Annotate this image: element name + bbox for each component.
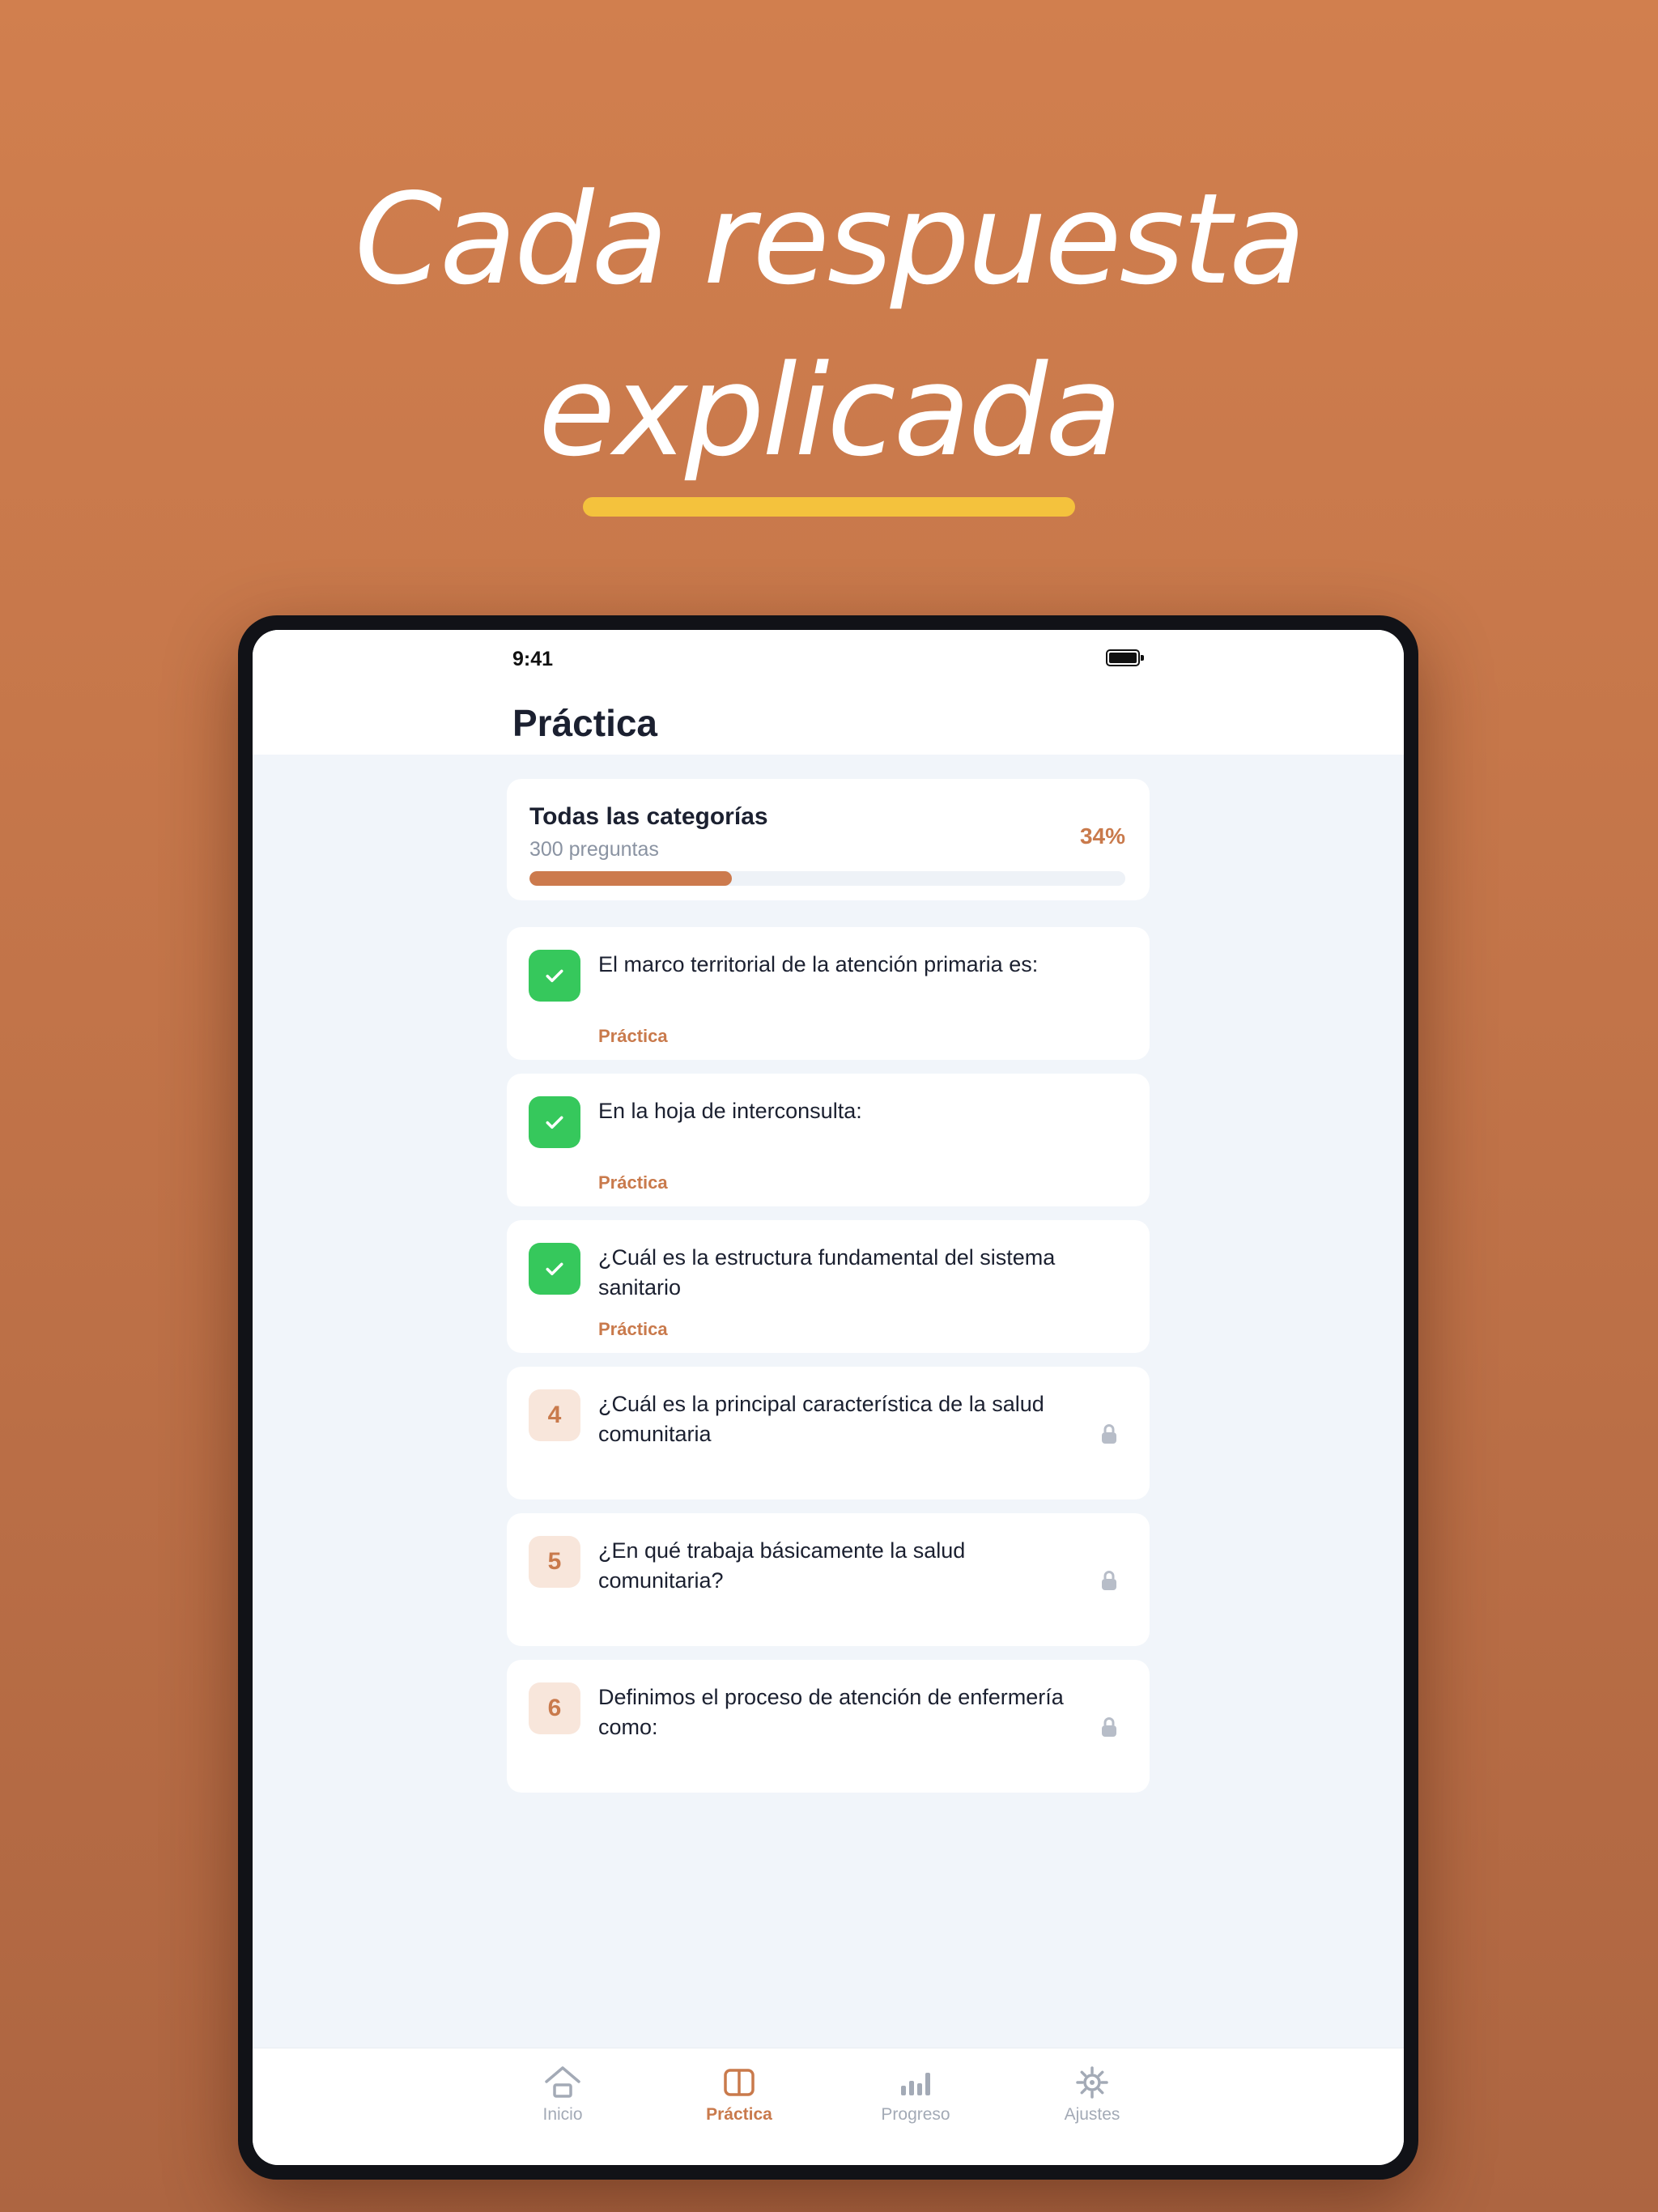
summary-title: Todas las categorías — [529, 803, 768, 830]
app-screen: 9:41 Práctica Todas las categorías 300 p… — [253, 630, 1404, 2165]
completed-badge — [529, 950, 580, 1002]
tab-inicio[interactable]: Inicio — [498, 2065, 627, 2125]
tab-label: Ajustes — [1064, 2105, 1120, 2124]
tablet-frame: 9:41 Práctica Todas las categorías 300 p… — [238, 615, 1418, 2180]
hero-title-line-2: explicada — [538, 338, 1122, 484]
lock-icon — [1102, 1571, 1116, 1590]
question-text: En la hoja de interconsulta: — [598, 1099, 862, 1123]
question-tag: Práctica — [598, 1319, 668, 1339]
check-icon — [546, 969, 563, 982]
top-bar: 9:41 Práctica — [253, 630, 1404, 755]
book-icon — [724, 2069, 755, 2096]
summary-question-count: 300 preguntas — [529, 838, 659, 861]
summary-percent: 34% — [1079, 823, 1125, 849]
lock-icon — [1102, 1424, 1116, 1444]
question-item[interactable]: ¿Cuál es la estructura fundamental del s… — [507, 1220, 1150, 1353]
question-number-badge: 4 — [529, 1389, 580, 1441]
question-number-badge: 5 — [529, 1536, 580, 1588]
home-icon — [545, 2066, 580, 2098]
tab-practica[interactable]: Práctica — [674, 2065, 804, 2125]
question-text: ¿Cuál es la principal característica de … — [598, 1392, 1044, 1446]
question-item[interactable]: El marco territorial de la atención prim… — [507, 927, 1150, 1060]
question-number-badge: 6 — [529, 1682, 580, 1734]
summary-progress-bar — [529, 871, 1125, 886]
completed-badge — [529, 1243, 580, 1295]
summary-progress-fill — [529, 871, 733, 886]
question-item[interactable]: 5 ¿En qué trabaja básicamente la salud c… — [507, 1513, 1150, 1646]
category-summary-card[interactable]: Todas las categorías 300 preguntas 34% — [507, 779, 1150, 900]
bar-chart-icon — [901, 2073, 930, 2095]
status-time: 9:41 — [512, 648, 554, 670]
question-text: ¿En qué trabaja básicamente la salud com… — [598, 1538, 966, 1593]
tab-label: Progreso — [881, 2105, 950, 2124]
gear-icon — [1076, 2066, 1108, 2099]
question-item[interactable]: En la hoja de interconsulta: Práctica — [507, 1074, 1150, 1206]
check-icon — [546, 1262, 563, 1275]
lock-icon — [1102, 1717, 1116, 1737]
question-text: ¿Cuál es la estructura fundamental del s… — [598, 1245, 1056, 1300]
tab-progreso[interactable]: Progreso — [851, 2065, 980, 2125]
hero-underline — [583, 497, 1075, 517]
question-item[interactable]: 4 ¿Cuál es la principal característica d… — [507, 1367, 1150, 1499]
battery-full-icon — [1106, 649, 1144, 666]
question-tag: Práctica — [598, 1026, 668, 1046]
question-item[interactable]: 6 Definimos el proceso de atención de en… — [507, 1660, 1150, 1793]
page-title: Práctica — [512, 702, 658, 744]
tab-bar: Inicio Práctica Progreso Ajustes — [253, 2048, 1404, 2165]
tab-label: Práctica — [706, 2105, 772, 2124]
check-icon — [546, 1116, 563, 1129]
question-text: Definimos el proceso de atención de enfe… — [598, 1685, 1064, 1739]
tab-label: Inicio — [542, 2105, 583, 2124]
question-text: El marco territorial de la atención prim… — [598, 952, 1039, 976]
completed-badge — [529, 1096, 580, 1148]
question-tag: Práctica — [598, 1172, 668, 1193]
hero-title-line-1: Cada respuesta — [354, 166, 1306, 313]
tab-ajustes[interactable]: Ajustes — [1027, 2065, 1157, 2125]
